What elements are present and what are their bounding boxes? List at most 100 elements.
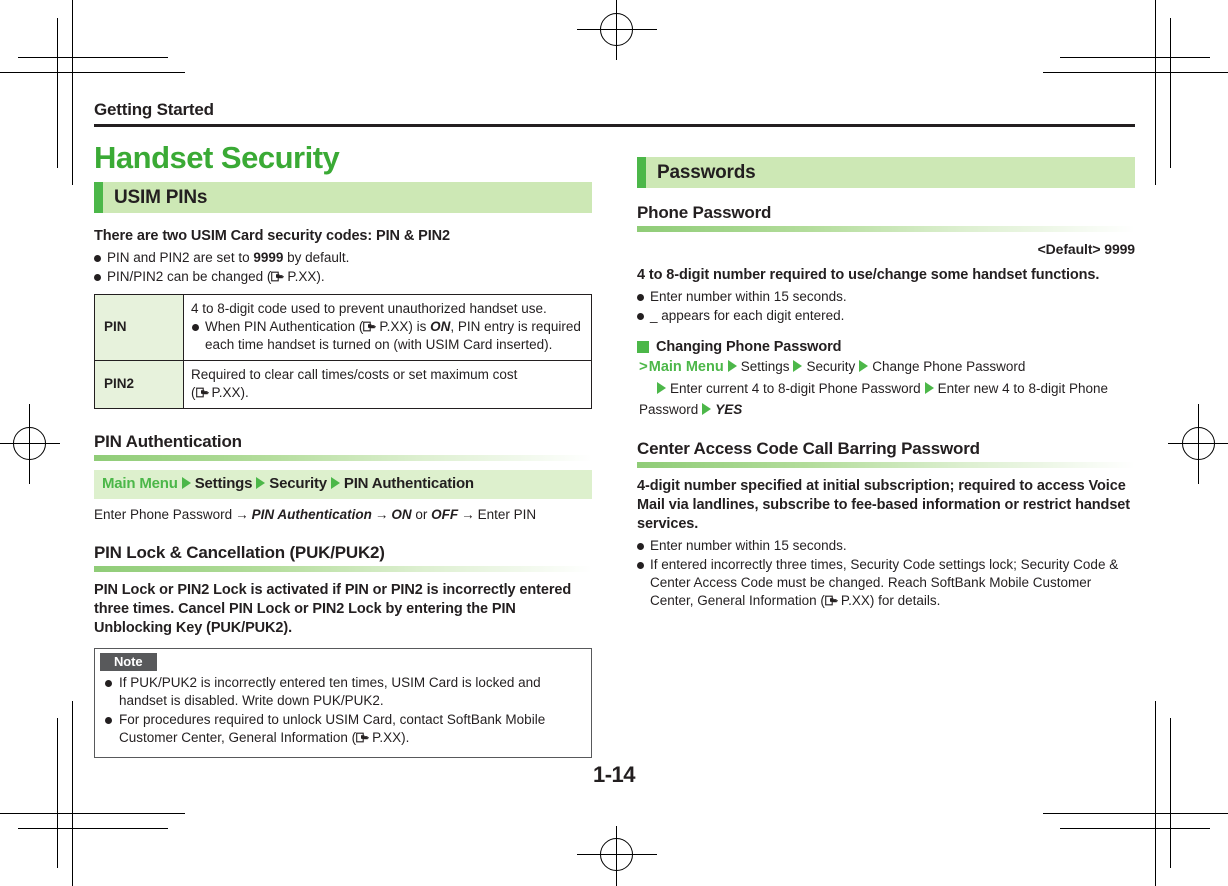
triangle-right-icon: [181, 477, 191, 489]
bullet-dot-icon: [637, 543, 644, 550]
change-phone-password-procedure: >Main Menu Settings Security Change Phone P…: [637, 356, 1135, 420]
running-head: Getting Started: [94, 100, 1135, 127]
subsubheading-label: Changing Phone Password: [656, 339, 842, 355]
nav-crumb-confirm[interactable]: YES: [715, 402, 742, 417]
hand-pointer-icon: [824, 594, 840, 607]
running-head-title: Getting Started: [94, 100, 214, 119]
nav-root-label[interactable]: Main Menu: [649, 359, 724, 375]
bullet-dot-icon: [94, 274, 101, 281]
usim-intro-bullets: PIN and PIN2 are set to 9999 by default.…: [94, 249, 592, 286]
section-band-usim-pins: USIM PINs: [94, 182, 592, 213]
nav-crumb[interactable]: Security: [806, 359, 855, 374]
procedure-marker-icon: >: [639, 358, 648, 375]
manual-page: Getting Started Handset Security USIM PI…: [0, 0, 1228, 886]
nav-crumb[interactable]: Security: [269, 475, 327, 492]
pin-authentication-steps: Enter Phone Password → PIN Authentication →…: [94, 506, 592, 524]
bullet-dot-icon: [105, 717, 112, 724]
bullet-text: _ appears for each digit entered.: [650, 308, 845, 323]
nav-crumb[interactable]: PIN Authentication: [344, 475, 474, 492]
bullet-text-post: P.XX).: [287, 269, 325, 284]
bullet-text: Enter number within 15 seconds.: [650, 289, 847, 304]
bullet-text-pre: PIN and PIN2 are set to: [107, 250, 254, 265]
triangle-right-icon: [924, 382, 934, 394]
nav-crumb[interactable]: Settings: [741, 359, 790, 374]
nav-path-pin-authentication[interactable]: Main Menu Settings Security PIN Authenticat…: [94, 470, 592, 499]
gradient-rule: [94, 566, 592, 572]
hand-pointer-icon: [195, 386, 211, 399]
bullet-dot-icon: [105, 680, 112, 687]
note-box: Note If PUK/PUK2 is incorrectly entered …: [94, 648, 592, 758]
triangle-right-icon: [859, 360, 869, 372]
triangle-right-icon: [330, 477, 340, 489]
phone-password-bullets: Enter number within 15 seconds. _ appear…: [637, 288, 1135, 325]
triangle-right-icon: [657, 382, 666, 394]
table-cell-key: PIN: [94, 294, 184, 361]
table-row: PIN2 Required to clear call times/costs …: [94, 360, 592, 409]
step-emphasis: PIN Authentication: [251, 507, 372, 522]
gradient-rule: [94, 455, 592, 461]
nav-root-label[interactable]: Main Menu: [102, 475, 178, 492]
section-band-label: Passwords: [657, 161, 756, 183]
section-band-passwords: Passwords: [637, 157, 1135, 188]
step-text: Enter Phone Password: [94, 507, 233, 522]
usim-intro-lead: There are two USIM Card security codes: …: [94, 228, 450, 244]
bullet-text-post: by default.: [283, 250, 350, 265]
hand-pointer-icon: [363, 320, 378, 333]
step-text: Enter PIN: [477, 507, 537, 522]
bullet-text-post: P.XX) for details.: [840, 593, 941, 608]
triangle-right-icon: [256, 477, 266, 489]
table-cell-value: 4 to 8-digit code used to prevent unauth…: [183, 294, 592, 361]
subheading-pin-authentication: PIN Authentication: [94, 432, 242, 451]
arrow-right-icon: →: [374, 507, 389, 522]
hand-pointer-icon: [271, 270, 286, 283]
usim-pin-table: PIN 4 to 8-digit code used to prevent un…: [94, 294, 592, 409]
table-cell-value: Required to clear call times/costs or se…: [183, 360, 592, 409]
right-column: Passwords Phone Password <Default> 9999 …: [637, 140, 1135, 618]
list-item: PIN and PIN2 are set to 9999 by default.: [94, 249, 592, 267]
bullet-dot-icon: [192, 324, 199, 331]
bullet-text-bold: 9999: [253, 250, 284, 265]
nav-crumb[interactable]: Change Phone Password: [872, 359, 1025, 374]
table-cell-line: 4 to 8-digit code used to prevent unauth…: [191, 301, 547, 316]
list-item: For procedures required to unlock USIM C…: [105, 711, 579, 747]
bullet-dot-icon: [637, 313, 644, 320]
table-cell-key: PIN2: [94, 360, 184, 409]
arrow-right-icon: →: [235, 507, 249, 522]
subsubheading-changing-phone-password: Changing Phone Password: [637, 339, 1135, 355]
list-item: Enter number within 15 seconds.: [637, 288, 1135, 306]
section-band-label: USIM PINs: [114, 186, 208, 208]
bullet-text-pre: When PIN Authentication (: [205, 319, 364, 334]
nav-crumb[interactable]: Enter current 4 to 8-digit Phone Passwor…: [670, 381, 921, 396]
table-cell-bullets: When PIN Authentication (P.XX) is ON, PI…: [191, 318, 584, 354]
center-access-lead: 4-digit number specified at initial subs…: [637, 478, 1130, 532]
band-accent-bar: [637, 157, 646, 188]
page-number: 1-14: [592, 762, 636, 787]
list-item: If PUK/PUK2 is incorrectly entered ten t…: [105, 674, 579, 710]
phone-password-lead: 4 to 8-digit number required to use/chan…: [637, 267, 1100, 283]
triangle-right-icon: [702, 403, 712, 415]
center-access-bullets: Enter number within 15 seconds. If enter…: [637, 537, 1135, 610]
triangle-right-icon: [793, 360, 803, 372]
bullet-text: Enter number within 15 seconds.: [650, 538, 847, 553]
nav-crumb[interactable]: Settings: [195, 475, 253, 492]
table-cell-line-post: P.XX).: [211, 385, 249, 400]
running-head-rule: [94, 124, 1135, 127]
pin-lock-lead: PIN Lock or PIN2 Lock is activated if PI…: [94, 582, 572, 636]
note-label: Note: [100, 653, 157, 671]
bullet-text-emphasis: ON: [430, 319, 451, 334]
arrow-right-icon: →: [461, 507, 475, 522]
default-value-line: <Default> 9999: [1037, 241, 1136, 257]
band-accent-bar: [94, 182, 103, 213]
gradient-rule: [637, 462, 1135, 468]
list-item: PIN/PIN2 can be changed ( P.XX).: [94, 268, 592, 286]
bullet-text-pre: PIN/PIN2 can be changed (: [107, 269, 272, 284]
bullet-dot-icon: [637, 294, 644, 301]
left-column: Handset Security USIM PINs There are two…: [94, 140, 592, 758]
triangle-right-icon: [727, 360, 737, 372]
step-emphasis: OFF: [431, 507, 459, 522]
note-item-pre: For procedures required to unlock USIM C…: [119, 712, 546, 745]
bullet-text-mid: P.XX) is: [379, 319, 431, 334]
table-cell-line: Required to clear call times/costs or se…: [191, 367, 518, 382]
step-conjunction: or: [415, 507, 428, 522]
note-list: If PUK/PUK2 is incorrectly entered ten t…: [95, 674, 591, 747]
